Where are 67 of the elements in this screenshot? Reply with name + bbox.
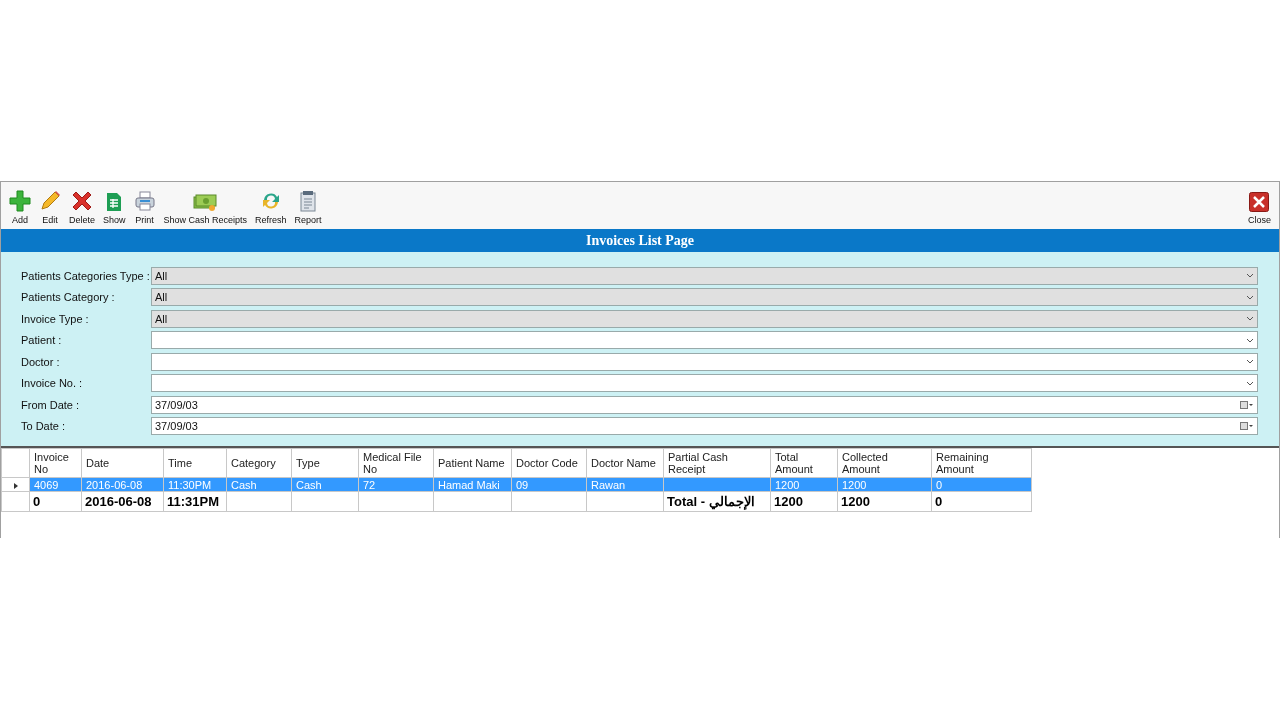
field-value: All [155,269,169,282]
combo-box[interactable] [151,374,1258,393]
column-header[interactable]: Doctor Code [511,448,587,478]
field-label: Patients Categories Type : [21,269,151,282]
column-header[interactable]: Medical File No [358,448,434,478]
field-value: All [155,312,169,325]
field-label: Invoice Type : [21,312,90,325]
column-header[interactable]: Date [81,448,164,478]
dropdown[interactable]: All [151,288,1258,307]
total-cell: Total - الإجمالي [663,491,771,512]
dropdown[interactable]: All [151,309,1258,328]
column-header[interactable]: Invoice No [29,448,82,478]
close-icon [1249,192,1270,212]
total-cell: 0 [931,491,1032,512]
page-title: Invoices List Page [585,232,695,249]
total-cell: 1200 [837,491,932,512]
column-header[interactable]: Total Amount [770,448,838,478]
plus-icon [9,190,31,212]
toolbar-button[interactable]: Print [129,182,160,229]
printer-icon [133,190,156,212]
spreadsheet-icon [106,192,123,212]
toolbar-button[interactable]: Refresh [251,182,291,229]
cross-icon [71,190,93,212]
date-picker[interactable]: 37/09/03 [151,395,1258,414]
field-value: 37/09/03 [155,398,199,411]
toolbar-button[interactable]: Show [99,182,130,229]
combo-box[interactable] [151,352,1258,371]
column-header[interactable]: Collected Amount [837,448,932,478]
column-header[interactable]: Partial Cash Receipt [663,448,771,478]
field-value: All [155,291,169,304]
chevron-down-icon [1246,273,1254,279]
total-cell: 0 [29,491,82,512]
pencil-icon [39,190,61,212]
chevron-down-icon [1246,359,1254,365]
column-header[interactable]: Doctor Name [586,448,664,478]
combo-box[interactable] [151,331,1258,350]
field-label: Doctor : [21,355,61,368]
chevron-down-icon [1246,316,1254,322]
date-picker[interactable]: 37/09/03 [151,417,1258,436]
total-cell: 2016-06-08 [81,491,164,512]
field-value: 37/09/03 [155,420,199,433]
column-header[interactable]: Time [163,448,227,478]
chevron-down-icon [1246,380,1254,386]
field-label: To Date : [21,420,67,433]
toolbar-button[interactable]: Delete [65,182,99,229]
chevron-down-icon [1246,337,1254,343]
total-cell: 11:31PM [163,491,227,512]
field-label: Patients Category : [21,291,116,304]
cash-icon [193,192,218,212]
field-label: Patient : [21,334,63,347]
toolbar-button[interactable]: Show Cash Receipts [159,182,252,229]
chevron-down-icon [1246,294,1254,300]
column-header[interactable]: Type [291,448,359,478]
toolbar-button[interactable]: Add [5,182,35,229]
total-cell: 1200 [770,491,838,512]
column-header[interactable]: Patient Name [433,448,512,478]
close-button[interactable]: Close [1244,182,1275,229]
calendar-icon [1240,400,1254,409]
field-label: Invoice No. : [21,377,84,390]
report-icon [299,190,318,212]
calendar-icon [1240,422,1254,431]
toolbar-button[interactable]: Report [290,182,326,229]
field-label: From Date : [21,398,81,411]
column-header[interactable]: Category [226,448,292,478]
column-header[interactable]: Remaining Amount [931,448,1032,478]
toolbar-button[interactable]: Edit [35,182,65,229]
dropdown[interactable]: All [151,266,1258,285]
